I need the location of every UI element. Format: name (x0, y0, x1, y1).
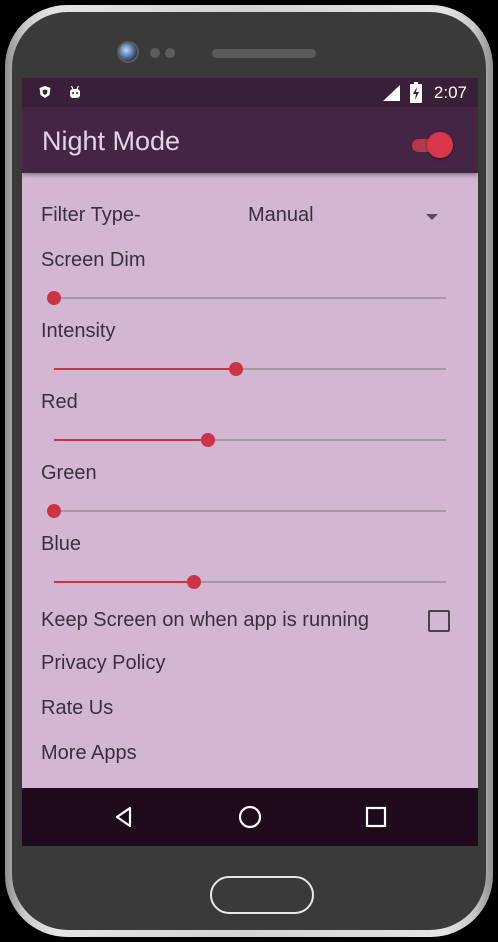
toggle-thumb (427, 132, 453, 158)
rate-us-link[interactable]: Rate Us (41, 697, 113, 720)
slider-fill (54, 439, 209, 441)
green-slider[interactable] (47, 499, 446, 523)
more-apps-link[interactable]: More Apps (41, 742, 137, 765)
keep-screen-on-checkbox[interactable] (428, 610, 450, 632)
red-slider[interactable] (54, 428, 446, 452)
settings-content: Filter Type- Manual Screen Dim Intensity… (22, 173, 478, 788)
filter-type-dropdown[interactable]: Manual (248, 202, 438, 232)
slider-rail (54, 510, 446, 512)
green-label: Green (41, 462, 97, 484)
screen-dim-slider[interactable] (47, 286, 446, 310)
slider-fill (54, 581, 194, 583)
android-robot-icon (70, 85, 80, 98)
blue-label: Blue (41, 533, 82, 555)
night-mode-toggle[interactable] (412, 132, 453, 158)
red-label: Red (41, 391, 78, 413)
dropdown-arrow-icon (426, 214, 438, 220)
back-icon[interactable] (109, 802, 139, 832)
sensor-dot-icon (150, 48, 160, 58)
status-time: 2:07 (433, 83, 467, 102)
navigation-bar (22, 788, 478, 846)
intensity-slider[interactable] (54, 357, 446, 381)
slider-rail (54, 297, 446, 299)
app-bar: Night Mode (22, 107, 478, 173)
filter-type-label: Filter Type- (41, 204, 141, 226)
phone-screen: 2:07 Night Mode Filter Type- Manual Scre… (22, 78, 478, 846)
slider-fill (54, 368, 237, 370)
sensor-dot-icon (165, 48, 175, 58)
battery-charging-icon (410, 82, 422, 103)
blue-slider[interactable] (54, 570, 446, 594)
intensity-label: Intensity (41, 320, 116, 342)
privacy-policy-link[interactable]: Privacy Policy (41, 652, 165, 675)
slider-thumb[interactable] (47, 504, 61, 518)
earpiece-speaker (212, 49, 316, 58)
signal-icon (383, 85, 400, 101)
slider-thumb[interactable] (229, 362, 244, 376)
filter-type-value: Manual (248, 204, 314, 226)
app-title: Night Mode (42, 126, 181, 156)
home-icon[interactable] (235, 802, 265, 832)
screen-dim-label: Screen Dim (41, 249, 146, 271)
slider-thumb[interactable] (201, 433, 216, 447)
status-bar: 2:07 (22, 78, 478, 107)
slider-thumb[interactable] (47, 291, 61, 305)
recents-icon[interactable] (361, 802, 391, 832)
front-camera-icon (117, 41, 139, 63)
keep-screen-on-label[interactable]: Keep Screen on when app is running (41, 609, 369, 632)
physical-home-button[interactable] (210, 876, 314, 914)
slider-thumb[interactable] (186, 575, 201, 589)
brave-shield-icon (39, 86, 51, 98)
